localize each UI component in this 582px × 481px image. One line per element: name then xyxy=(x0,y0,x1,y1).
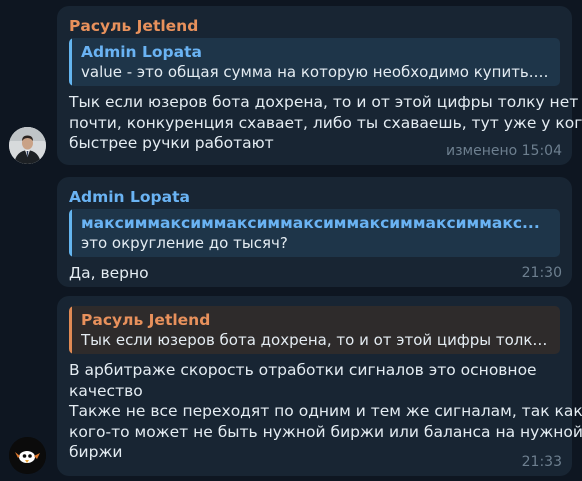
reply-quote[interactable]: Admin Lopata value - это общая сумма на … xyxy=(69,38,560,86)
sender-name[interactable]: Расуль Jetlend xyxy=(69,16,560,36)
message-line: Тык если юзеров бота дохрена, то и от эт… xyxy=(69,93,579,111)
message-line: В арбитраже скорость отработки сигналов … xyxy=(69,361,537,379)
message-line: качество xyxy=(69,381,143,400)
message-time: изменено 15:04 xyxy=(446,143,562,159)
reply-text: это округление до тысяч? xyxy=(81,234,288,252)
sender-name[interactable]: Admin Lopata xyxy=(69,187,560,207)
reply-text: Тык если юзеров бота дохрена, то и от эт… xyxy=(81,331,550,349)
message-bubble[interactable]: Admin Lopata максиммаксиммаксиммаксиммак… xyxy=(57,177,572,287)
message-line: Также не все переходят по одним и тем же… xyxy=(69,402,582,420)
bird-logo-icon xyxy=(9,437,46,474)
message-text: В арбитраже скорость отработки сигналов … xyxy=(69,360,582,463)
reply-quote[interactable]: Расуль Jetlend Тык если юзеров бота дохр… xyxy=(69,306,560,354)
avatar[interactable] xyxy=(9,437,46,474)
message-time: 21:33 xyxy=(521,454,562,470)
message-bubble[interactable]: Расуль Jetlend Admin Lopata value - это … xyxy=(57,6,582,165)
message-line: Да, верно xyxy=(69,264,149,282)
reply-text: value - это общая сумма на которую необх… xyxy=(81,63,550,81)
message-text: Да, верно xyxy=(69,263,560,284)
avatar-photo xyxy=(9,127,46,164)
reply-author: максиммаксиммаксиммаксиммаксиммаксиммакс… xyxy=(81,214,540,232)
avatar[interactable] xyxy=(9,127,46,164)
reply-author: Admin Lopata xyxy=(81,43,202,61)
reply-author: Расуль Jetlend xyxy=(81,311,211,329)
reply-quote[interactable]: максиммаксиммаксиммаксиммаксиммаксиммакс… xyxy=(69,209,560,257)
message-line: биржи xyxy=(69,443,123,461)
message-line: кого-то может не быть нужной биржи или б… xyxy=(69,422,582,441)
message-bubble[interactable]: Расуль Jetlend Тык если юзеров бота дохр… xyxy=(57,296,582,476)
message-line: почти, конкуренция схавает, либо ты схав… xyxy=(69,113,582,132)
message-time: 21:30 xyxy=(521,265,562,281)
